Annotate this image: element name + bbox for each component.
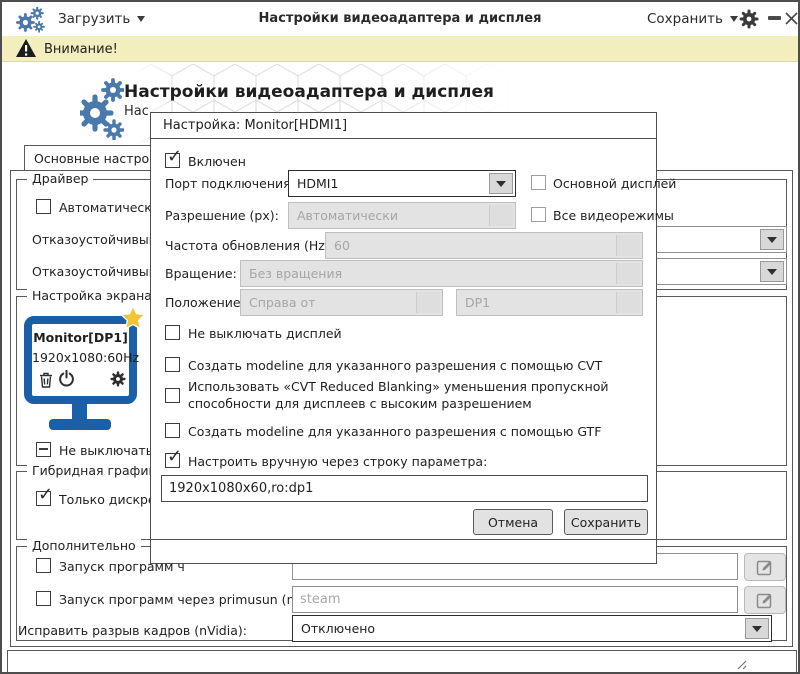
minimize-icon[interactable] <box>768 16 781 20</box>
port-combobox[interactable]: HDMI1 <box>288 170 516 197</box>
hybrid-group-legend: Гибридная графика <box>27 463 169 478</box>
rotation-label: Вращение: <box>165 266 237 281</box>
combo-arrow-button <box>489 205 513 226</box>
combo-arrow-button[interactable] <box>760 229 784 250</box>
refresh-combobox: 60 <box>325 232 643 259</box>
cvt-rb-label: Использовать «CVT Reduced Blanking» умен… <box>188 379 609 411</box>
chevron-down-icon <box>767 268 777 275</box>
warning-triangle-icon <box>15 38 37 62</box>
port-label: Порт подключения: <box>165 176 295 191</box>
gtf-label: Создать modeline для указанного разрешен… <box>188 424 602 439</box>
combo-arrow-button <box>616 292 640 313</box>
warning-banner: Внимание! <box>2 36 798 62</box>
dialog-keep-on-label: Не выключать дисплей <box>188 326 342 341</box>
dialog-keep-on-checkbox[interactable] <box>165 325 180 340</box>
resolution-label: Разрешение (px): <box>165 208 279 223</box>
all-modes-label: Все видеорежимы <box>553 208 674 223</box>
close-icon[interactable] <box>785 10 798 29</box>
position-label: Положение: <box>165 295 245 310</box>
driver-group-legend: Драйвер <box>27 171 94 186</box>
edit-button[interactable] <box>744 553 786 581</box>
rotation-value: Без вращения <box>249 266 343 281</box>
manual-param-label: Настроить вручную через строку параметра… <box>188 454 488 469</box>
combo-arrow-button[interactable] <box>760 261 784 282</box>
discrete-only-checkbox[interactable] <box>36 484 53 506</box>
save-menu-button[interactable]: Сохранить <box>647 11 738 27</box>
position-target-combobox: DP1 <box>456 289 643 316</box>
status-bar <box>7 650 797 672</box>
page-subtitle-fragment: Нас <box>124 104 149 119</box>
monitor-gear-icon[interactable] <box>110 371 126 391</box>
monitor-settings-dialog: Настройка: Monitor[HDMI1] Включен Порт п… <box>150 112 676 564</box>
dialog-title: Настройка: Monitor[HDMI1] <box>151 113 656 139</box>
tab-label: Основные настройки <box>34 151 154 166</box>
tear-fix-combobox[interactable]: Отключено <box>292 615 772 642</box>
position-target-value: DP1 <box>465 295 491 310</box>
all-modes-checkbox[interactable] <box>531 207 546 222</box>
page-title: Настройки видеоадаптера и дисплея <box>124 82 494 102</box>
tear-fix-label: Исправить разрыв кадров (nVidia): <box>18 623 247 638</box>
cvt-checkbox[interactable] <box>165 357 180 372</box>
combo-arrow-button[interactable] <box>489 173 513 194</box>
primary-display-checkbox[interactable] <box>531 175 546 190</box>
screen-group-legend: Настройка экрана <box>27 288 157 303</box>
auto-driver-checkbox[interactable] <box>36 199 51 214</box>
port-value: HDMI1 <box>297 176 339 191</box>
gtf-checkbox[interactable] <box>165 423 180 438</box>
chevron-down-icon <box>496 180 506 187</box>
primary-star-icon <box>119 304 147 335</box>
save-menu-label: Сохранить <box>647 11 723 27</box>
position-value: Справа от <box>249 295 316 310</box>
enabled-checkbox[interactable] <box>165 146 182 168</box>
param-input[interactable] <box>161 475 648 502</box>
manual-param-checkbox[interactable] <box>165 446 182 468</box>
run-primus-input[interactable] <box>292 586 738 613</box>
enabled-label: Включен <box>188 154 246 169</box>
chevron-down-icon <box>729 16 738 22</box>
keep-display-on-checkbox[interactable] <box>36 442 51 457</box>
cvt-rb-checkbox[interactable] <box>165 388 180 403</box>
refresh-value: 60 <box>334 238 350 253</box>
monitor-base <box>49 419 111 430</box>
chevron-down-icon <box>767 236 777 243</box>
cvt-label: Создать modeline для указанного разрешен… <box>188 358 603 373</box>
combo-arrow-button[interactable] <box>745 618 769 639</box>
rotation-combobox: Без вращения <box>240 260 643 287</box>
combo-arrow-button <box>416 292 440 313</box>
extra-group-legend: Дополнительно <box>27 538 141 553</box>
combo-arrow-button <box>616 263 640 284</box>
monitor-name: Monitor[DP1] <box>33 330 128 345</box>
run-primus-checkbox[interactable] <box>36 591 51 606</box>
save-button[interactable]: Сохранить <box>564 509 648 535</box>
combo-arrow-button <box>616 235 640 256</box>
power-icon[interactable] <box>58 369 75 391</box>
chevron-down-icon <box>752 625 762 632</box>
title-bar: Загрузить Настройки видеоадаптера и дисп… <box>2 2 798 36</box>
header-gears-logo-icon <box>76 78 125 144</box>
position-combobox: Справа от <box>240 289 443 316</box>
monitor-mode: 1920x1080:60Hz <box>32 350 140 365</box>
resize-grip-icon[interactable] <box>734 655 747 672</box>
app-window: Загрузить Настройки видеоадаптера и дисп… <box>0 0 800 674</box>
dialog-footer-separator <box>151 539 656 540</box>
trash-icon[interactable] <box>39 372 53 392</box>
refresh-label: Частота обновления (Hz): <box>165 238 334 253</box>
settings-gear-icon[interactable] <box>739 9 759 33</box>
resolution-combobox: Автоматически <box>288 202 516 229</box>
primary-display-label: Основной дисплей <box>553 176 677 191</box>
cancel-button[interactable]: Отмена <box>473 509 553 535</box>
resolution-value: Автоматически <box>297 208 398 223</box>
tear-fix-value: Отключено <box>301 621 376 636</box>
run-programs-checkbox[interactable] <box>36 558 51 573</box>
warning-text: Внимание! <box>44 42 118 57</box>
edit-button[interactable] <box>744 586 786 614</box>
tab-main-settings[interactable]: Основные настройки <box>24 145 155 171</box>
